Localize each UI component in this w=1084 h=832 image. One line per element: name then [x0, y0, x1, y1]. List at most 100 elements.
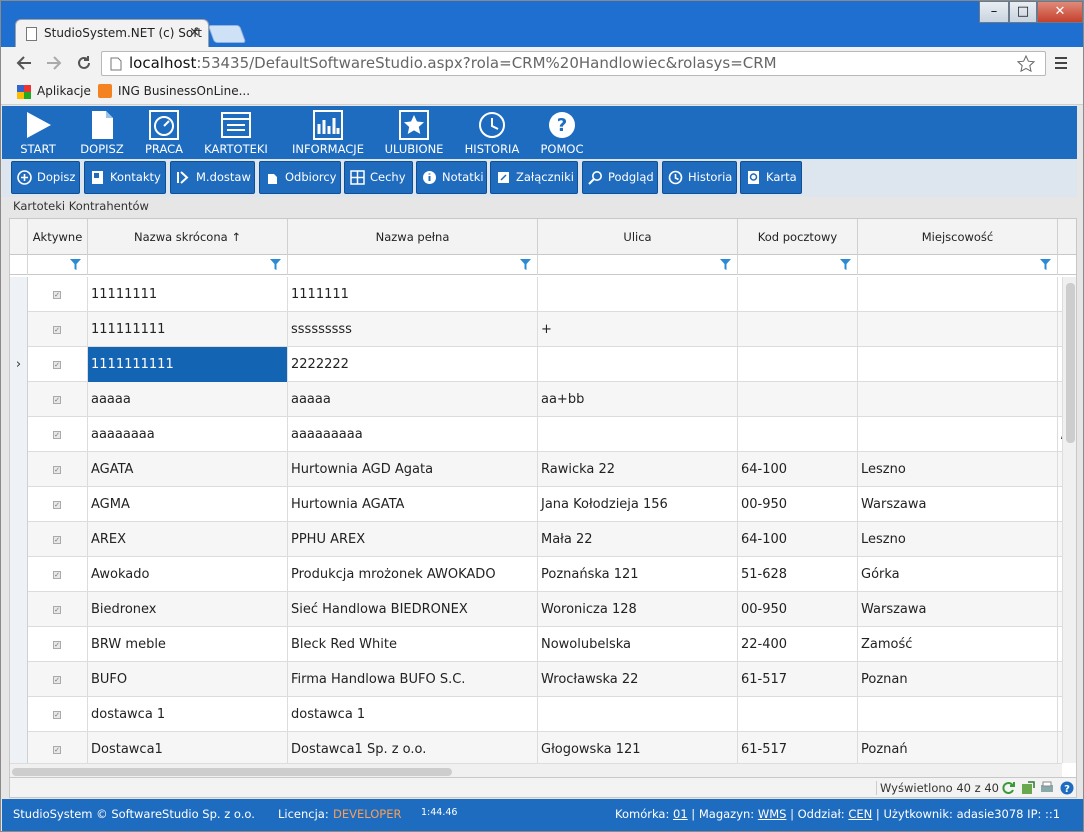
active-checkbox[interactable]: ✓ — [53, 291, 61, 299]
table-row[interactable]: ✓aaaaaaaaaaaaaaaaa/ — [10, 417, 1062, 452]
cell-street[interactable]: Jana Kołodzieja 156 — [538, 487, 738, 522]
cell-short[interactable]: BUFO — [88, 662, 288, 697]
cell-full[interactable]: 2222222 — [288, 347, 538, 382]
header-nazwa-pelna[interactable]: Nazwa pełna — [288, 219, 538, 255]
filter-icon[interactable] — [1040, 259, 1051, 270]
active-cell[interactable]: ✓ — [28, 522, 88, 557]
header-ulica[interactable]: Ulica — [538, 219, 738, 255]
cell-street[interactable]: Głogowska 121 — [538, 732, 738, 763]
warehouse-link[interactable]: WMS — [758, 807, 787, 821]
cell-street[interactable]: + — [538, 312, 738, 347]
active-cell[interactable]: ✓ — [28, 417, 88, 452]
cell-zip[interactable]: 61-517 — [738, 732, 858, 763]
cell-zip[interactable]: 61-517 — [738, 662, 858, 697]
active-checkbox[interactable]: ✓ — [53, 571, 61, 579]
active-cell[interactable]: ✓ — [28, 452, 88, 487]
table-row[interactable]: › ✓ 1111111111 2222222 — [10, 347, 1062, 382]
cell-street[interactable] — [538, 277, 738, 312]
table-row[interactable]: ✓ aaaaa aaaaa aa+bb — [10, 382, 1062, 417]
cell-city[interactable]: Poznan — [858, 662, 1058, 697]
row-indicator[interactable] — [10, 732, 28, 763]
cell-zip[interactable] — [738, 312, 858, 347]
row-indicator[interactable]: › — [10, 347, 28, 382]
cell-city[interactable]: Poznań — [858, 732, 1058, 763]
active-cell[interactable]: ✓ — [28, 662, 88, 697]
active-checkbox[interactable]: ✓ — [53, 711, 61, 719]
menu-icon[interactable] — [1053, 55, 1069, 71]
row-indicator[interactable] — [10, 382, 28, 417]
row-indicator[interactable] — [10, 557, 28, 592]
active-cell[interactable]: ✓ — [28, 347, 88, 382]
filter-miejscowosc[interactable] — [858, 255, 1058, 275]
active-cell[interactable]: ✓ — [28, 627, 88, 662]
cell-city[interactable] — [858, 277, 1058, 312]
cell-full[interactable]: Hurtownia AGATA — [288, 487, 538, 522]
filter-nazwa-pelna[interactable] — [288, 255, 538, 275]
table-row[interactable]: ✓ AGMA Hurtownia AGATA Jana Kołodzieja 156 0… — [10, 487, 1062, 522]
address-input[interactable]: localhost:53435/DefaultSoftwareStudio.as… — [101, 51, 1046, 76]
cell-zip[interactable]: 00-950 — [738, 487, 858, 522]
cell-full[interactable]: aaaaa — [288, 382, 538, 417]
row-indicator[interactable] — [10, 312, 28, 347]
print-icon[interactable] — [1040, 781, 1054, 795]
cell-short[interactable]: Awokado — [88, 557, 288, 592]
filter-ulica[interactable] — [538, 255, 738, 275]
vertical-scrollbar[interactable] — [1062, 277, 1076, 763]
podglad-button[interactable]: Podgląd — [582, 161, 658, 194]
cell-city[interactable]: Warszawa — [858, 487, 1058, 522]
active-checkbox[interactable]: ✓ — [53, 501, 61, 509]
active-cell[interactable]: ✓ — [28, 732, 88, 763]
filter-aktywne[interactable] — [28, 255, 88, 275]
header-more[interactable] — [1058, 219, 1076, 255]
table-row[interactable]: ✓ AGATA Hurtownia AGD Agata Rawicka 22 64-10… — [10, 452, 1062, 487]
active-checkbox[interactable]: ✓ — [53, 536, 61, 544]
row-indicator[interactable] — [10, 662, 28, 697]
cell-short[interactable]: 111111111 — [88, 312, 288, 347]
cell-short[interactable]: BRW meble — [88, 627, 288, 662]
active-cell[interactable]: ✓ — [28, 557, 88, 592]
header-kod-pocztowy[interactable]: Kod pocztowy — [738, 219, 858, 255]
table-row[interactable]: ✓AREXPPHU AREXMała 2264-100LesznoF — [10, 522, 1062, 557]
cell-street[interactable]: Nowolubelska — [538, 627, 738, 662]
cell-full[interactable]: 1111111 — [288, 277, 538, 312]
filter-icon[interactable] — [70, 259, 81, 270]
active-checkbox[interactable]: ✓ — [53, 396, 61, 404]
table-row[interactable]: ✓ Biedronex Sieć Handlowa BIEDRONEX Woronic… — [10, 592, 1062, 627]
cell-street[interactable] — [538, 697, 738, 732]
bookmark-apps[interactable]: Aplikacje — [37, 84, 91, 98]
row-indicator[interactable] — [10, 697, 28, 732]
active-checkbox[interactable]: ✓ — [53, 641, 61, 649]
cell-short[interactable]: dostawca 1 — [88, 697, 288, 732]
kontakty-button[interactable]: Kontakty — [84, 161, 166, 194]
cell-zip[interactable] — [738, 347, 858, 382]
active-checkbox[interactable]: ✓ — [53, 606, 61, 614]
cell-street[interactable]: Mała 22 — [538, 522, 738, 557]
row-indicator[interactable] — [10, 417, 28, 452]
table-row[interactable]: ✓ BRW meble Bleck Red White Nowolubelska 22-… — [10, 627, 1062, 662]
menu-historia[interactable]: HISTORIA — [458, 106, 526, 159]
notatki-button[interactable]: Notatki — [416, 161, 487, 194]
cell-short[interactable]: AREX — [88, 522, 288, 557]
cell-full[interactable]: dostawca 1 — [288, 697, 538, 732]
cell-short[interactable]: Dostawca1 — [88, 732, 288, 763]
menu-dopisz[interactable]: DOPISZ — [72, 106, 132, 159]
cell-short[interactable]: AGATA — [88, 452, 288, 487]
cell-full[interactable]: Hurtownia AGD Agata — [288, 452, 538, 487]
active-cell[interactable]: ✓ — [28, 487, 88, 522]
active-cell[interactable]: ✓ — [28, 277, 88, 312]
row-indicator[interactable] — [10, 277, 28, 312]
cell-city[interactable] — [858, 697, 1058, 732]
dopisz-button[interactable]: Dopisz — [11, 161, 80, 194]
header-nazwa-skrocona[interactable]: Nazwa skrócona ↑ — [88, 219, 288, 255]
cell-city[interactable] — [858, 312, 1058, 347]
cell-zip[interactable] — [738, 382, 858, 417]
cell-full[interactable]: aaaaaaaaa — [288, 417, 538, 452]
active-cell[interactable]: ✓ — [28, 312, 88, 347]
cell-street[interactable]: Rawicka 22 — [538, 452, 738, 487]
horizontal-scrollbar[interactable] — [10, 763, 1062, 777]
table-row[interactable]: ✓ BUFO Firma Handlowa BUFO S.C. Wrocławska … — [10, 662, 1062, 697]
cell-zip[interactable] — [738, 417, 858, 452]
cell-city[interactable]: Leszno — [858, 452, 1058, 487]
cell-short[interactable]: 11111111 — [88, 277, 288, 312]
cell-city[interactable]: Górka — [858, 557, 1058, 592]
